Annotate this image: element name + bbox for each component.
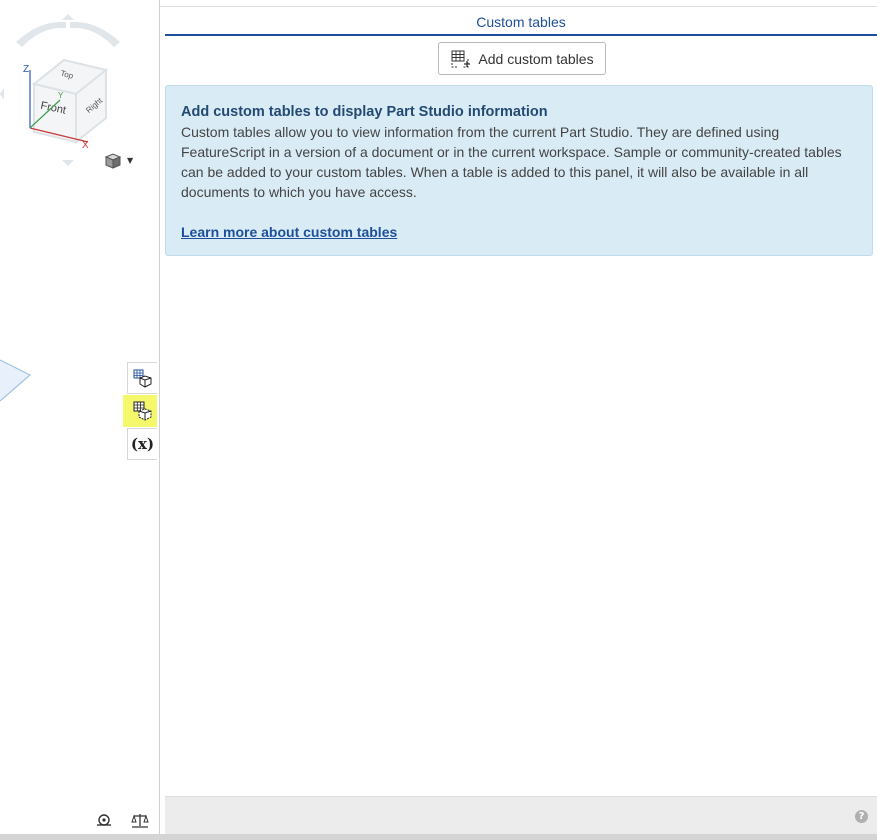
add-custom-tables-label: Add custom tables bbox=[478, 50, 594, 67]
scale-icon bbox=[131, 814, 149, 828]
axis-z-label: Z bbox=[23, 64, 29, 75]
mass-properties-tool[interactable] bbox=[130, 812, 150, 830]
learn-more-link[interactable]: Learn more about custom tables bbox=[181, 222, 397, 242]
graphics-viewport[interactable]: Top Front Right Z X Y ▼ (x) bbox=[0, 0, 159, 834]
tape-measure-icon bbox=[97, 814, 111, 826]
plane-edge bbox=[0, 359, 32, 402]
panel-title: Custom tables bbox=[165, 7, 877, 36]
info-heading: Add custom tables to display Part Studio… bbox=[181, 104, 548, 120]
custom-tables-icon bbox=[133, 401, 151, 421]
app-window: Top Front Right Z X Y ▼ (x) Custom table… bbox=[0, 0, 877, 840]
chevron-down-icon: ▼ bbox=[127, 156, 134, 165]
render-mode-dropdown[interactable]: ▼ bbox=[103, 151, 141, 171]
info-body: Custom tables allow you to view informat… bbox=[181, 124, 842, 200]
measure-tool[interactable] bbox=[94, 812, 114, 830]
add-custom-tables-button[interactable]: Add custom tables bbox=[438, 42, 606, 75]
view-cube[interactable]: Top Front Right Z X Y bbox=[0, 14, 145, 174]
tab-variable-table[interactable]: (x) bbox=[127, 428, 157, 460]
tab-custom-tables[interactable] bbox=[127, 395, 157, 427]
custom-tables-panel: Custom tables Add custom tables Add cust… bbox=[160, 6, 877, 835]
tab-tables[interactable] bbox=[127, 362, 157, 394]
bottom-tools bbox=[94, 812, 150, 830]
bottom-tab-bar bbox=[0, 834, 877, 840]
axis-x-label: X bbox=[82, 140, 89, 151]
panel-footer: ? bbox=[165, 796, 877, 835]
tables-icon bbox=[133, 369, 151, 388]
variable-table-icon: (x) bbox=[130, 435, 155, 453]
info-callout: Add custom tables to display Part Studio… bbox=[165, 85, 873, 256]
add-table-icon bbox=[451, 50, 471, 67]
axis-y-label: Y bbox=[58, 91, 64, 100]
help-icon[interactable]: ? bbox=[855, 810, 868, 823]
shaded-cube-icon bbox=[104, 153, 122, 169]
right-panel-tabs: (x) bbox=[127, 362, 159, 461]
